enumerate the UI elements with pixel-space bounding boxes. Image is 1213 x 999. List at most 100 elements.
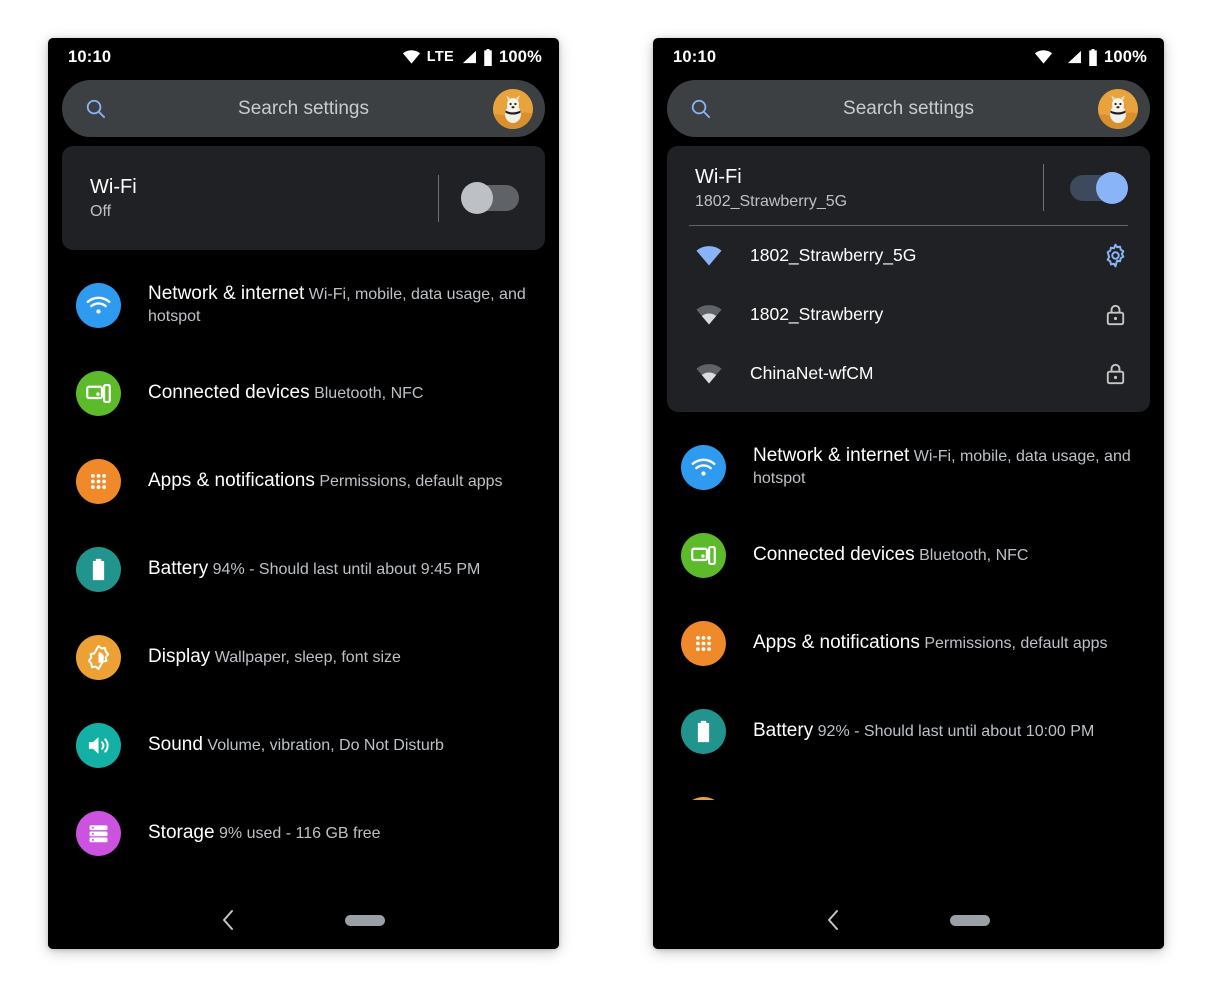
home-pill[interactable] bbox=[950, 914, 990, 926]
wifi-title: Wi-Fi bbox=[695, 165, 742, 188]
battery-percent-label: 100% bbox=[498, 47, 542, 66]
lock-icon bbox=[1106, 363, 1125, 385]
setting-subtitle: Wallpaper, sleep, font size bbox=[214, 648, 401, 666]
wifi-signal-icon bbox=[696, 304, 722, 324]
setting-text-block: Network & internet Wi-Fi, mobile, data u… bbox=[753, 444, 1146, 489]
setting-subtitle: Bluetooth, NFC bbox=[314, 384, 424, 402]
wifi-status-text: Off bbox=[90, 203, 112, 220]
lock-icon bbox=[1106, 304, 1125, 326]
setting-item-display[interactable]: Display Wallpaper, sleep, font size bbox=[48, 613, 559, 701]
apps-grid-icon bbox=[76, 458, 121, 504]
network-type-label: LTE bbox=[426, 49, 454, 65]
setting-item-connected-devices[interactable]: Connected devices Bluetooth, NFC bbox=[48, 349, 559, 437]
settings-list: Network & internet Wi-Fi, mobile, data u… bbox=[48, 250, 559, 877]
storage-icon bbox=[76, 810, 121, 856]
setting-title: Display bbox=[148, 645, 211, 667]
setting-subtitle: Bluetooth, NFC bbox=[919, 546, 1029, 564]
setting-item-battery[interactable]: Battery 94% - Should last until about 9:… bbox=[48, 525, 559, 613]
setting-item-apps-notifications[interactable]: Apps & notifications Permissions, defaul… bbox=[653, 599, 1164, 687]
wifi-card[interactable]: Wi-Fi Off bbox=[62, 146, 545, 250]
wifi-network-row[interactable]: 1802_Strawberry_5G bbox=[667, 226, 1150, 285]
setting-text-block: Connected devices Bluetooth, NFC bbox=[148, 381, 423, 406]
status-bar: 10:10 LTE 100% bbox=[48, 38, 559, 76]
wifi-network-name: 1802_Strawberry_5G bbox=[750, 245, 917, 265]
brightness-icon bbox=[76, 634, 121, 680]
wifi-network-row[interactable]: 1802_Strawberry bbox=[667, 285, 1150, 344]
toggle-thumb bbox=[461, 182, 493, 214]
setting-subtitle: 92% - Should last until about 10:00 PM bbox=[817, 722, 1095, 740]
navigation-bar bbox=[48, 891, 559, 949]
back-icon[interactable] bbox=[827, 909, 840, 931]
wifi-network-row[interactable]: ChinaNet-wfCM bbox=[667, 344, 1150, 403]
status-bar-clock: 10:10 bbox=[673, 47, 717, 66]
setting-text-block: Battery 94% - Should last until about 9:… bbox=[148, 557, 480, 582]
battery-icon bbox=[681, 708, 726, 754]
setting-item-display[interactable]: Display Wallpaper, sleep, font size bbox=[653, 775, 1164, 800]
setting-subtitle: 9% used - 116 GB free bbox=[219, 824, 381, 842]
wifi-status-text: 1802_Strawberry_5G bbox=[695, 192, 848, 210]
devices-icon bbox=[76, 370, 121, 416]
wifi-toggle-switch[interactable] bbox=[461, 182, 519, 214]
divider bbox=[1043, 164, 1044, 211]
setting-subtitle: Permissions, default apps bbox=[924, 634, 1108, 652]
battery-icon bbox=[76, 546, 121, 592]
setting-text-block: Network & internet Wi-Fi, mobile, data u… bbox=[148, 282, 541, 327]
user-avatar[interactable] bbox=[493, 88, 533, 129]
setting-title: Network & internet bbox=[148, 283, 305, 305]
wifi-icon bbox=[402, 50, 420, 64]
status-bar-icons: LTE 100% bbox=[402, 48, 542, 67]
phone-screen-right: 10:10 100% Search settings Wi-Fi 1802_St… bbox=[653, 38, 1164, 949]
setting-item-network-internet[interactable]: Network & internet Wi-Fi, mobile, data u… bbox=[653, 423, 1164, 511]
setting-text-block: Sound Volume, vibration, Do Not Disturb bbox=[148, 733, 444, 758]
wifi-toggle-row[interactable]: Wi-Fi 1802_Strawberry_5G bbox=[667, 146, 1150, 225]
setting-item-battery[interactable]: Battery 92% - Should last until about 10… bbox=[653, 687, 1164, 775]
search-icon bbox=[691, 99, 711, 119]
divider bbox=[438, 174, 439, 222]
battery-icon bbox=[484, 48, 492, 66]
signal-icon bbox=[1067, 50, 1081, 64]
wifi-icon bbox=[681, 444, 726, 490]
setting-item-apps-notifications[interactable]: Apps & notifications Permissions, defaul… bbox=[48, 437, 559, 525]
navigation-bar bbox=[653, 891, 1164, 949]
setting-subtitle: Volume, vibration, Do Not Disturb bbox=[207, 736, 444, 754]
wifi-labels: Wi-Fi Off bbox=[90, 175, 137, 221]
home-pill[interactable] bbox=[345, 914, 385, 926]
devices-icon bbox=[681, 532, 726, 578]
setting-title: Apps & notifications bbox=[148, 469, 315, 491]
brightness-icon bbox=[681, 796, 726, 800]
setting-title: Apps & notifications bbox=[753, 631, 920, 653]
setting-text-block: Apps & notifications Permissions, defaul… bbox=[753, 631, 1108, 656]
search-settings-bar[interactable]: Search settings bbox=[62, 80, 545, 137]
setting-title: Storage bbox=[148, 821, 215, 843]
setting-text-block: Apps & notifications Permissions, defaul… bbox=[148, 469, 503, 494]
wifi-title: Wi-Fi bbox=[90, 176, 137, 198]
setting-item-sound[interactable]: Sound Volume, vibration, Do Not Disturb bbox=[48, 701, 559, 789]
back-icon[interactable] bbox=[222, 909, 235, 931]
wifi-network-list: 1802_Strawberry_5G 1802_Strawberry China… bbox=[667, 226, 1150, 412]
setting-title: Connected devices bbox=[148, 381, 310, 403]
toggle-thumb bbox=[1096, 171, 1128, 204]
gear-icon[interactable] bbox=[1103, 243, 1128, 268]
wifi-toggle-row[interactable]: Wi-Fi Off bbox=[62, 146, 545, 250]
setting-title: Network & internet bbox=[753, 445, 910, 467]
setting-title: Battery bbox=[753, 719, 814, 741]
phone-screen-left: 10:10 LTE 100% Search settings Wi-Fi Off… bbox=[48, 38, 559, 949]
user-avatar[interactable] bbox=[1098, 88, 1138, 129]
setting-text-block: Connected devices Bluetooth, NFC bbox=[753, 543, 1028, 568]
status-bar-clock: 10:10 bbox=[68, 47, 112, 66]
setting-text-block: Storage 9% used - 116 GB free bbox=[148, 821, 381, 846]
battery-percent-label: 100% bbox=[1103, 47, 1147, 66]
settings-list: Network & internet Wi-Fi, mobile, data u… bbox=[653, 412, 1164, 800]
setting-item-connected-devices[interactable]: Connected devices Bluetooth, NFC bbox=[653, 511, 1164, 599]
status-bar-icons: 100% bbox=[1034, 48, 1147, 67]
setting-title: Battery bbox=[148, 557, 209, 579]
setting-title: Connected devices bbox=[753, 543, 915, 565]
setting-item-network-internet[interactable]: Network & internet Wi-Fi, mobile, data u… bbox=[48, 261, 559, 349]
wifi-toggle-switch[interactable] bbox=[1070, 171, 1128, 204]
wifi-signal-icon bbox=[696, 363, 722, 383]
volume-icon bbox=[76, 722, 121, 768]
search-settings-bar[interactable]: Search settings bbox=[667, 80, 1150, 137]
wifi-card[interactable]: Wi-Fi 1802_Strawberry_5G 1802_Strawberry… bbox=[667, 146, 1150, 412]
setting-item-storage[interactable]: Storage 9% used - 116 GB free bbox=[48, 789, 559, 877]
battery-icon bbox=[1089, 48, 1097, 66]
